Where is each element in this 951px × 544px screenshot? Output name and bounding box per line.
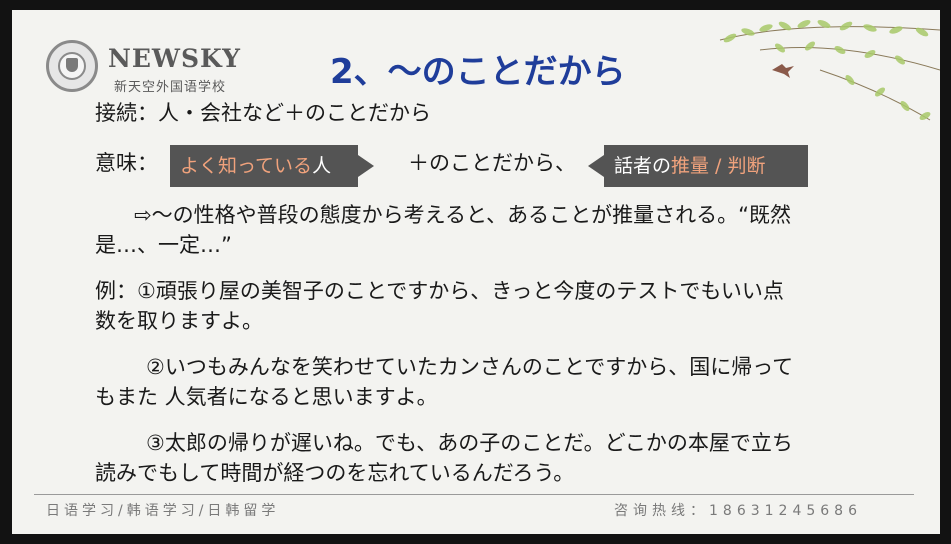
example-3-line-1: ③太郎の帰りが遅いね。でも、あの子のことだ。どこかの本屋で立ち — [146, 431, 793, 455]
callout-speaker-highlight: 推量 / 判断 — [671, 155, 766, 177]
example-2-line-2: もまた 人気者になると思いますよ。 — [95, 385, 438, 409]
callout-known-rest: 人 — [312, 155, 332, 177]
logo-emblem-icon — [46, 40, 98, 92]
explanation-line-1: ⇨～の性格や普段の態度から考えると、あることが推量される。“既然 — [134, 203, 792, 227]
example-1-line-1: 例：①頑張り屋の美智子のことですから、きっと今度のテストでもいい点 — [95, 279, 784, 303]
school-logo: NEWSKY 新天空外国语学校 — [46, 40, 266, 100]
connection-line: 接続：人・会社など＋のことだから — [95, 101, 431, 125]
example-3-line-2: 読みでもして時間が経つのを忘れているんだろう。 — [95, 461, 575, 485]
meaning-middle: ＋のことだから、 — [408, 151, 576, 175]
meaning-label: 意味： — [95, 151, 158, 175]
logo-name: NEWSKY — [108, 44, 241, 73]
footer-divider — [34, 494, 914, 495]
logo-subtitle: 新天空外国语学校 — [114, 80, 227, 95]
callout-speaker-plain: 話者の — [614, 155, 672, 177]
callout-known-highlight: よく知っている — [180, 155, 313, 177]
slide: NEWSKY 新天空外国语学校 2、～のことだから 接続：人・会社など＋のことだ… — [12, 10, 940, 534]
callout-speaker-judgment: 話者の推量 / 判断 — [588, 145, 808, 187]
slide-title: 2、～のことだから — [330, 52, 626, 92]
example-2-line-1: ②いつもみんなを笑わせていたカンさんのことですから、国に帰って — [146, 355, 794, 379]
footer-hotline: 咨询热线：18631245686 — [614, 503, 862, 519]
explanation-line-2: 是…、一定…” — [95, 233, 232, 257]
leaves-decoration-icon — [719, 19, 940, 121]
example-1-line-2: 数を取りますよ。 — [95, 309, 263, 333]
footer-services: 日语学习/韩语学习/日韩留学 — [46, 503, 280, 519]
callout-known-person: よく知っている人 — [170, 145, 374, 187]
screen-frame: NEWSKY 新天空外国语学校 2、～のことだから 接続：人・会社など＋のことだ… — [0, 0, 951, 544]
